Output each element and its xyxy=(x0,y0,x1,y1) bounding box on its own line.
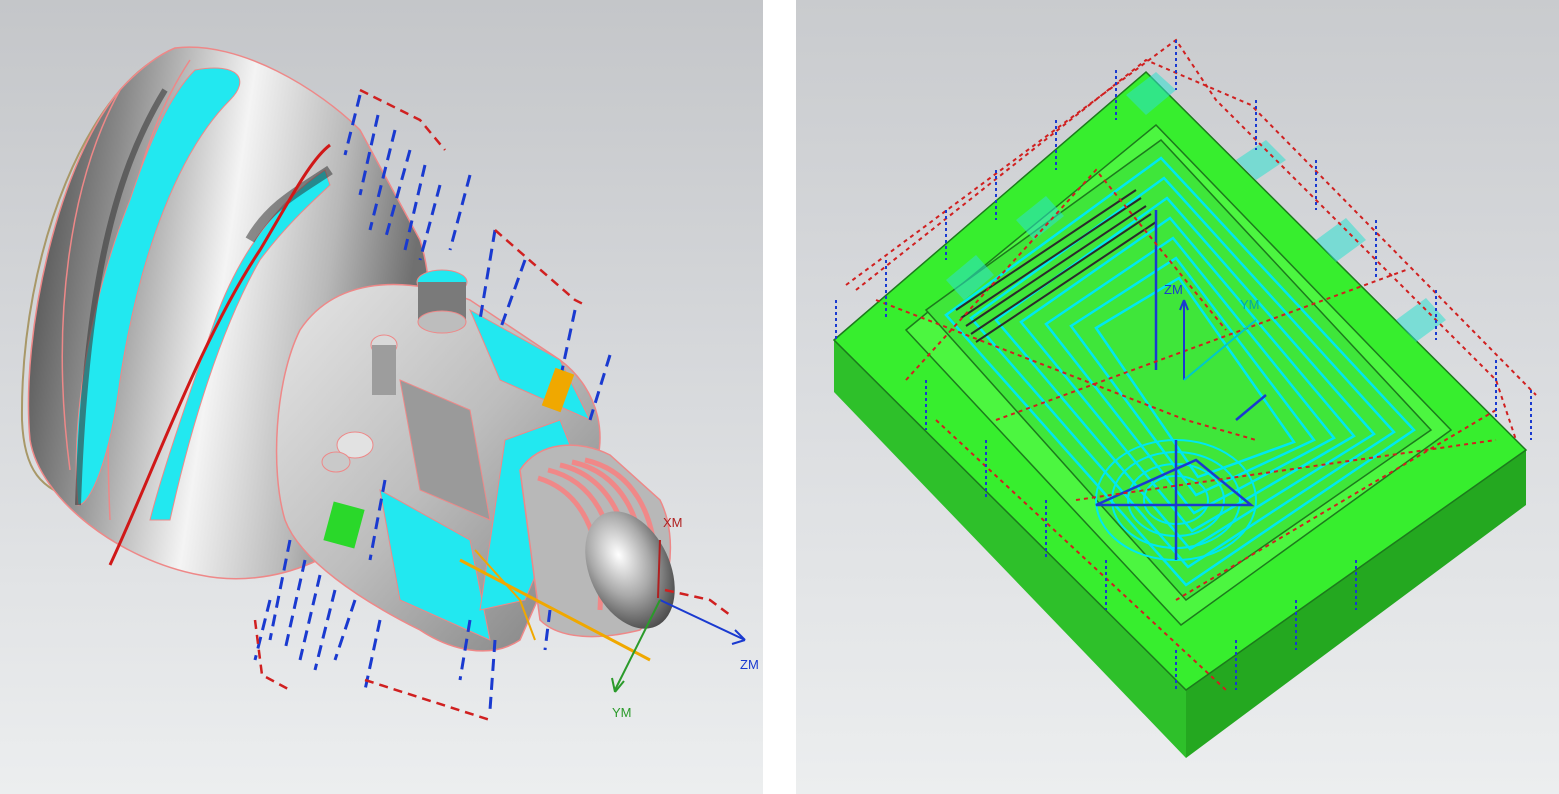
left-cad-viewport[interactable]: XM ZM YM xyxy=(0,0,763,794)
turned-part-model xyxy=(20,46,746,722)
x-axis-label: XM xyxy=(663,515,683,530)
y-axis-label: YM xyxy=(612,705,632,720)
right-cad-viewport[interactable]: ZM YM xyxy=(796,0,1559,794)
pocket-block-model xyxy=(832,38,1537,758)
z-axis-label: ZM xyxy=(740,657,759,672)
y-axis-label-right: YM xyxy=(1240,297,1260,312)
z-axis-label-right: ZM xyxy=(1164,282,1183,297)
